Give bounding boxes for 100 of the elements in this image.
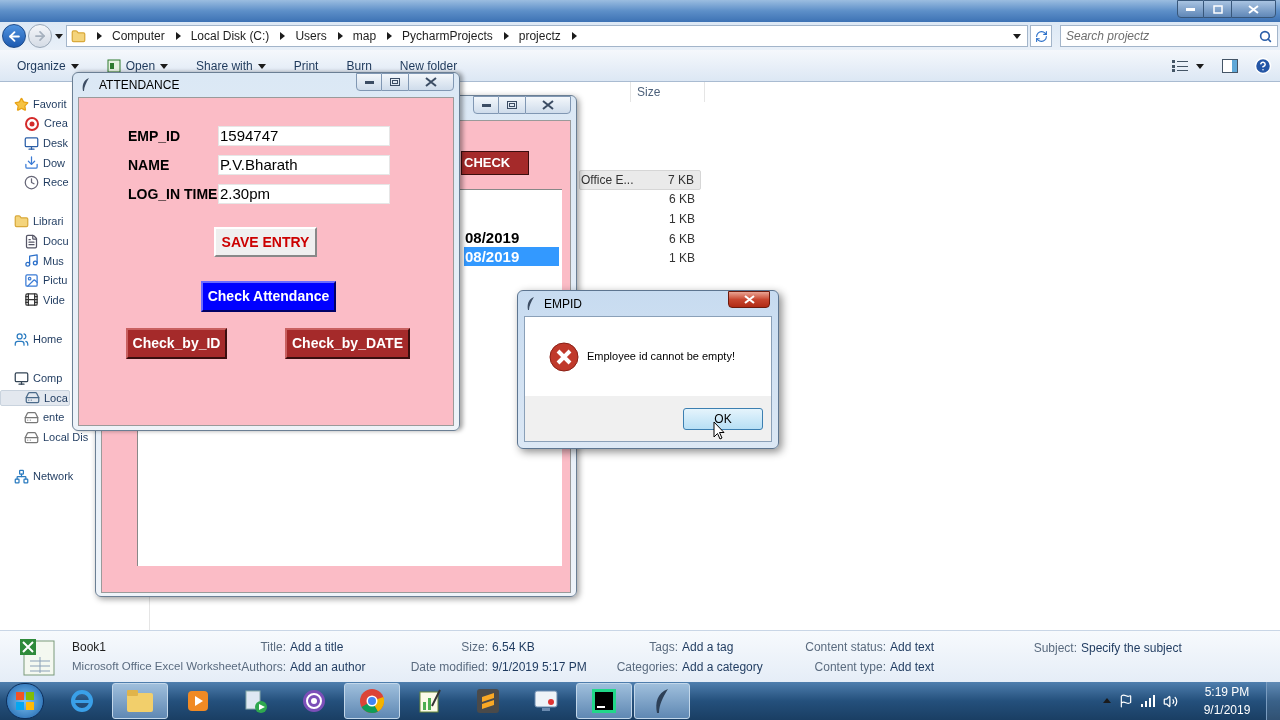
maximize-button[interactable] — [1204, 0, 1231, 18]
file-type: Microsoft Office Excel Worksheet — [72, 658, 240, 674]
toolbar-button[interactable]: Share with — [196, 56, 266, 75]
chevron-icon — [96, 32, 102, 40]
show-desktop-button[interactable] — [1266, 682, 1280, 720]
close-button[interactable] — [728, 291, 770, 308]
dialog-title: EMPID — [544, 295, 582, 313]
view-options-button[interactable] — [1172, 59, 1204, 72]
property-label: Date modified: — [409, 658, 488, 676]
sidebar-item[interactable]: ente — [0, 409, 67, 426]
sidebar-item[interactable]: Network — [0, 468, 76, 485]
breadcrumb-item[interactable]: Computer — [112, 27, 165, 45]
check-by-id-button[interactable]: Check_by_ID — [126, 328, 227, 359]
breadcrumb-item[interactable]: Users — [295, 27, 327, 45]
sidebar-item[interactable]: Pictu — [0, 272, 70, 289]
check-by-date-button[interactable]: Check_by_DATE — [285, 328, 410, 359]
sidebar-item[interactable]: Mus — [0, 252, 66, 269]
clock-time[interactable]: 5:19 PM — [1204, 683, 1250, 701]
breadcrumb-item[interactable]: PycharmProjects — [402, 27, 493, 45]
list-item[interactable]: 08/2019 — [464, 228, 559, 247]
property-value[interactable]: Add a tag — [682, 637, 734, 656]
caret-icon — [1196, 62, 1204, 69]
property-label: Tags: — [648, 638, 678, 656]
field-label: EMP_ID — [128, 127, 182, 146]
clock-date[interactable]: 9/1/2019 — [1203, 701, 1251, 719]
address-bar[interactable]: Computer Local Disk (C:) Users map PycharmProjects projectz — [66, 25, 1028, 47]
property-value[interactable]: Add a title — [290, 637, 344, 656]
toolbar-button[interactable]: Organize — [17, 56, 79, 75]
breadcrumb-item[interactable]: map — [352, 27, 377, 45]
globe-icon — [69, 688, 95, 714]
restore-icon — [390, 78, 400, 86]
sidebar-item[interactable]: Rece — [0, 174, 71, 191]
close-button[interactable] — [408, 73, 454, 91]
minimize-button[interactable] — [1177, 0, 1204, 18]
spreadsheet-icon — [106, 58, 121, 73]
sidebar-item[interactable]: Loca — [0, 389, 70, 406]
taskbar-button[interactable] — [576, 683, 632, 719]
property-value[interactable]: Add text — [890, 637, 935, 656]
sidebar-item[interactable]: Local Dis — [0, 429, 91, 446]
sidebar-item[interactable]: Comp — [0, 370, 65, 387]
property-value[interactable]: Specify the subject — [1081, 639, 1182, 657]
close-button[interactable] — [1231, 0, 1276, 18]
cursor-icon — [713, 421, 725, 440]
refresh-button[interactable] — [1030, 25, 1052, 47]
search-input[interactable]: Search projectz — [1066, 27, 1259, 45]
column-header[interactable]: Size — [630, 82, 705, 102]
sidebar-item[interactable]: Dow — [0, 154, 67, 171]
preview-pane-button[interactable] — [1222, 58, 1238, 73]
taskbar-button[interactable] — [634, 683, 690, 719]
maximize-button[interactable] — [382, 73, 408, 91]
toolbar-button[interactable]: New folder — [399, 56, 458, 75]
minimize-button[interactable] — [356, 73, 382, 91]
sidebar-item[interactable]: Favorit — [0, 96, 69, 112]
file-row[interactable]: 1 KB — [579, 209, 701, 229]
sidebar-item[interactable]: Vide — [0, 291, 67, 308]
close-icon — [1248, 4, 1259, 14]
breadcrumb-item[interactable]: Local Disk (C:) — [190, 27, 270, 45]
file-row[interactable]: 6 KB — [579, 228, 701, 249]
maximize-button[interactable] — [499, 96, 525, 114]
search-field[interactable]: Search projectz — [1060, 25, 1278, 47]
save-entry-button[interactable]: SAVE ENTRY — [214, 227, 317, 257]
file-row[interactable]: 1 KB — [579, 248, 701, 268]
ok-button[interactable]: OK — [683, 407, 763, 430]
help-button[interactable] — [1254, 56, 1272, 75]
property-value[interactable]: Add a category — [682, 657, 763, 676]
check-button[interactable]: CHECK — [461, 151, 529, 175]
property-value[interactable]: Add text — [890, 657, 935, 676]
property-value[interactable]: 6.54 KB — [492, 637, 535, 656]
file-row[interactable]: 6 KB — [579, 189, 701, 210]
folder-icon — [71, 28, 86, 44]
close-button[interactable] — [525, 96, 571, 114]
file-row[interactable]: Office E... 7 KB — [579, 170, 701, 190]
input-field[interactable]: 1594747 — [218, 126, 390, 146]
sidebar-item[interactable]: Desk — [0, 135, 71, 152]
property-value[interactable]: Add an author — [290, 657, 366, 676]
sidebar-item[interactable]: Docu — [0, 233, 71, 250]
caret-icon — [70, 62, 79, 69]
check-attendance-button[interactable]: Check Attendance — [201, 281, 336, 312]
input-field[interactable]: P.V.Bharath — [218, 155, 390, 175]
property-value[interactable]: 9/1/2019 5:17 PM — [492, 657, 587, 676]
toolbar-button[interactable]: Print — [293, 56, 319, 75]
download-icon — [24, 155, 39, 171]
refresh-icon — [1034, 29, 1048, 43]
error-message: Employee id cannot be empty! — [587, 349, 735, 365]
chart-pen-icon — [418, 688, 442, 714]
toolbar-button[interactable]: Burn — [346, 56, 372, 75]
back-button[interactable] — [2, 24, 26, 48]
toolbar-button[interactable]: Open — [106, 56, 169, 75]
sidebar-item[interactable]: Home — [0, 331, 65, 348]
forward-arrow-icon — [33, 29, 47, 43]
feather-icon — [653, 688, 671, 714]
sidebar-item[interactable]: Crea — [0, 115, 70, 132]
start-button[interactable] — [6, 683, 44, 719]
minimize-button[interactable] — [473, 96, 499, 114]
input-field[interactable]: 2.30pm — [218, 184, 390, 204]
breadcrumb-item[interactable]: projectz — [518, 27, 561, 45]
play-icon — [187, 690, 209, 712]
sidebar-item[interactable]: Librari — [0, 213, 66, 230]
file-type: Office E... — [581, 171, 634, 189]
star-icon — [14, 96, 29, 112]
